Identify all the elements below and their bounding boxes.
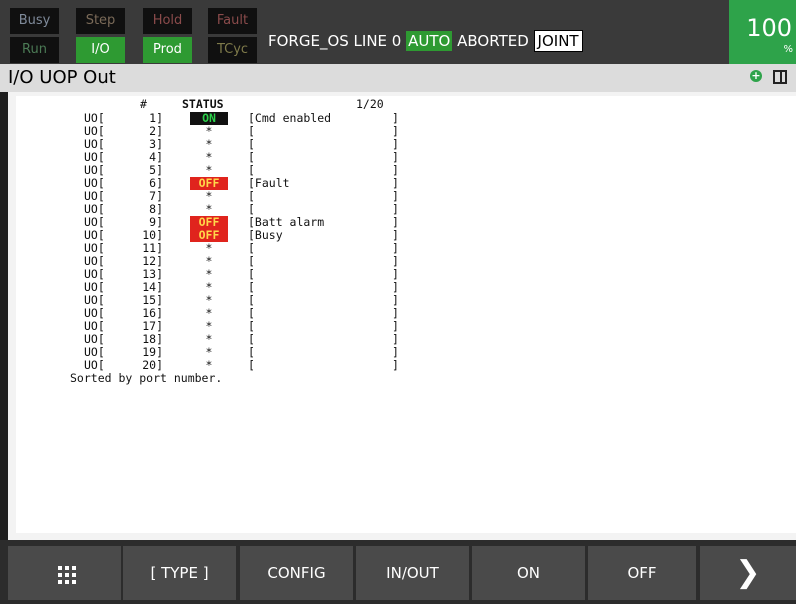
hold-indicator: Hold [143, 8, 192, 34]
table-row[interactable]: UO[9] OFF [Batt alarm] [16, 216, 796, 229]
zoom-in-icon[interactable]: + [750, 70, 762, 82]
table-row[interactable]: UO[6] OFF [Fault] [16, 177, 796, 190]
off-button[interactable]: OFF [588, 546, 696, 600]
column-header-number: # [140, 97, 147, 111]
table-row[interactable]: UO[13] *[] [16, 268, 796, 281]
table-row[interactable]: UO[12] *[] [16, 255, 796, 268]
table-row[interactable]: UO[18] *[] [16, 333, 796, 346]
table-row[interactable]: UO[15] *[] [16, 294, 796, 307]
table-row[interactable]: UO[17] *[] [16, 320, 796, 333]
screen-title-bar: I/O UOP Out + [0, 64, 796, 93]
io-table: # STATUS 1/20 UO[1] ON [Cmd enabled] UO[2] *… [16, 96, 796, 533]
prod-indicator: Prod [143, 37, 192, 63]
override-unit: % [783, 44, 793, 55]
override-value: 100 [746, 14, 792, 42]
table-row[interactable]: UO[7] *[] [16, 190, 796, 203]
table-row[interactable]: UO[1] ON [Cmd enabled] [16, 112, 796, 125]
table-row[interactable]: UO[2] *[] [16, 125, 796, 138]
speed-override[interactable]: 100 % [729, 0, 796, 64]
busy-indicator: Busy [10, 8, 59, 34]
table-row[interactable]: UO[4] *[] [16, 151, 796, 164]
program-status-line: FORGE_OS LINE 0 AUTO ABORTED JOINT [268, 30, 583, 52]
in-out-button[interactable]: IN/OUT [356, 546, 469, 600]
fault-indicator: Fault [208, 8, 257, 34]
config-button[interactable]: CONFIG [240, 546, 353, 600]
table-row[interactable]: UO[19] *[] [16, 346, 796, 359]
page-indicator: 1/20 [356, 97, 384, 111]
next-page-button[interactable]: ❯ [700, 546, 796, 600]
step-indicator: Step [76, 8, 125, 34]
on-button[interactable]: ON [472, 546, 585, 600]
status-bar: Busy Step Hold Fault Run I/O Prod TCyc F… [0, 0, 796, 64]
table-row[interactable]: UO[14] *[] [16, 281, 796, 294]
run-state: ABORTED [457, 32, 529, 50]
table-row[interactable]: UO[8] *[] [16, 203, 796, 216]
run-indicator: Run [10, 37, 59, 63]
grid-menu-icon [58, 566, 76, 584]
table-row[interactable]: UO[11] *[] [16, 242, 796, 255]
page-title: I/O UOP Out [8, 67, 116, 88]
type-button[interactable]: [ TYPE ] [123, 546, 236, 600]
coord-badge[interactable]: JOINT [533, 30, 583, 52]
column-header-status: STATUS [182, 97, 224, 111]
table-row[interactable]: UO[10] OFF [Busy] [16, 229, 796, 242]
io-indicator: I/O [76, 37, 125, 63]
table-row[interactable]: UO[5] *[] [16, 164, 796, 177]
row-comment: [ [248, 358, 255, 372]
function-key-bar: [ TYPE ] CONFIG IN/OUT ON OFF ❯ [0, 540, 796, 600]
row-comment: [Cmd enabled [248, 111, 332, 125]
table-row[interactable]: UO[16] *[] [16, 307, 796, 320]
row-comment-end: ] [392, 358, 399, 372]
split-screen-icon[interactable] [773, 70, 787, 84]
table-row[interactable]: UO[3] *[] [16, 138, 796, 151]
mode-badge: AUTO [406, 31, 453, 51]
program-line: FORGE_OS LINE 0 [268, 32, 402, 50]
menu-button[interactable] [8, 546, 121, 600]
sort-note: Sorted by port number. [70, 371, 223, 385]
chevron-right-icon: ❯ [735, 555, 761, 590]
tcyc-indicator: TCyc [208, 37, 257, 63]
io-list-panel: # STATUS 1/20 UO[1] ON [Cmd enabled] UO[2] *… [0, 92, 796, 540]
